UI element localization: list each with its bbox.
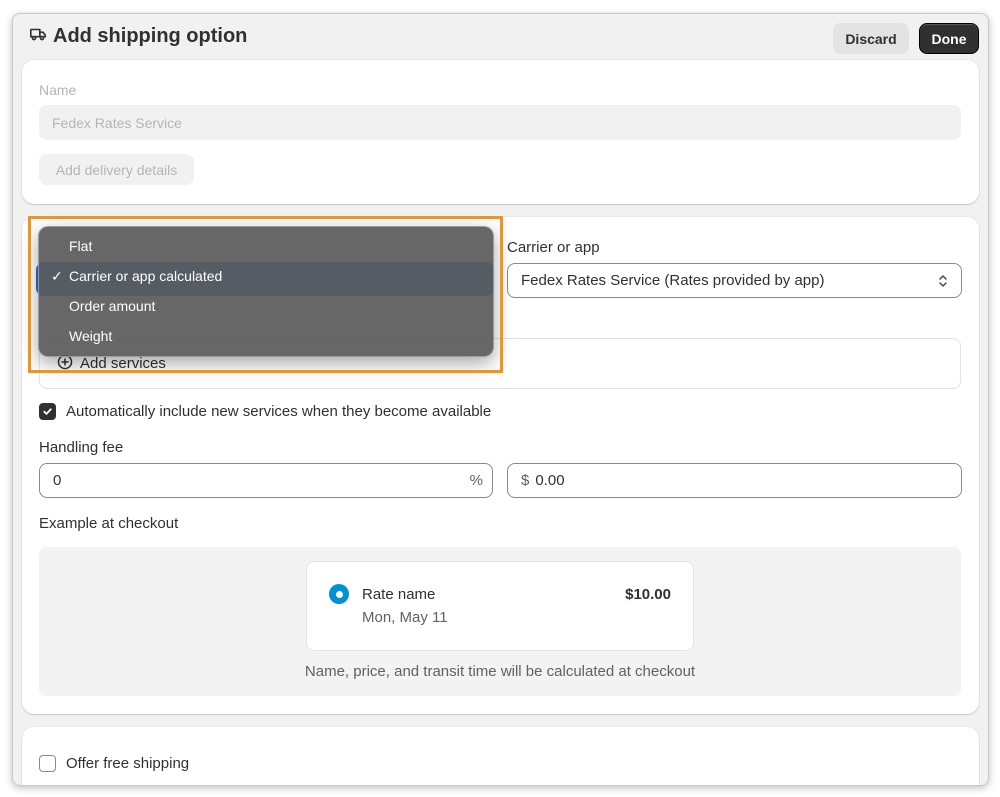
checkout-example-box: Rate name Mon, May 11 $10.00 Name, price… — [39, 547, 961, 696]
page-title: Add shipping option — [53, 25, 248, 47]
handling-amount-input[interactable]: $ 0.00 — [507, 463, 962, 498]
select-chevron-icon — [937, 272, 949, 294]
selected-radio — [329, 584, 349, 604]
discard-button[interactable]: Discard — [833, 23, 909, 54]
free-shipping-card: Offer free shipping — [22, 727, 979, 785]
auto-include-label[interactable]: Automatically include new services when … — [66, 403, 491, 420]
percent-suffix: % — [469, 472, 483, 489]
rate-preview-card: Rate name Mon, May 11 $10.00 — [306, 561, 694, 651]
done-button[interactable]: Done — [919, 23, 979, 54]
handling-percent-input[interactable]: 0 % — [39, 463, 493, 498]
dropdown-option-carrier[interactable]: Carrier or app calculated — [69, 268, 222, 284]
carrier-select[interactable]: Fedex Rates Service (Rates provided by a… — [507, 263, 962, 298]
name-value: Fedex Rates Service — [52, 114, 182, 131]
name-field[interactable]: Fedex Rates Service — [39, 105, 961, 140]
dollar-prefix: $ — [521, 472, 530, 489]
checkout-note: Name, price, and transit time will be ca… — [304, 663, 696, 680]
auto-include-checkbox[interactable] — [39, 403, 56, 420]
free-shipping-label[interactable]: Offer free shipping — [66, 755, 189, 772]
example-label: Example at checkout — [39, 515, 179, 532]
free-shipping-checkbox[interactable] — [39, 755, 56, 772]
rate-type-dropdown: Flat ✓ Carrier or app calculated Order a… — [38, 226, 494, 357]
add-services-label: Add services — [80, 355, 166, 372]
carrier-label: Carrier or app — [507, 239, 600, 256]
carrier-select-value: Fedex Rates Service (Rates provided by a… — [521, 272, 825, 289]
rate-price: $10.00 — [625, 586, 671, 603]
dropdown-option-flat[interactable]: Flat — [69, 238, 92, 254]
rate-name: Rate name — [362, 586, 436, 603]
handling-amount-value: 0.00 — [535, 472, 565, 489]
handling-percent-value: 0 — [53, 472, 62, 489]
modal-header: Add shipping option Discard Done — [13, 14, 988, 60]
name-card: Name Fedex Rates Service Add delivery de… — [22, 60, 979, 204]
name-label: Name — [39, 82, 77, 98]
truck-icon — [29, 25, 47, 48]
add-delivery-details-button[interactable]: Add delivery details — [39, 154, 194, 185]
dropdown-option-order-amount[interactable]: Order amount — [69, 298, 155, 314]
handling-fee-label: Handling fee — [39, 439, 124, 456]
title-wrap: Add shipping option — [29, 25, 247, 48]
checkmark-icon — [43, 408, 52, 415]
dropdown-option-weight[interactable]: Weight — [69, 328, 112, 344]
selected-check-icon: ✓ — [51, 268, 63, 284]
rate-date: Mon, May 11 — [362, 609, 448, 626]
shipping-option-modal: Add shipping option Discard Done Name Fe… — [12, 13, 989, 786]
